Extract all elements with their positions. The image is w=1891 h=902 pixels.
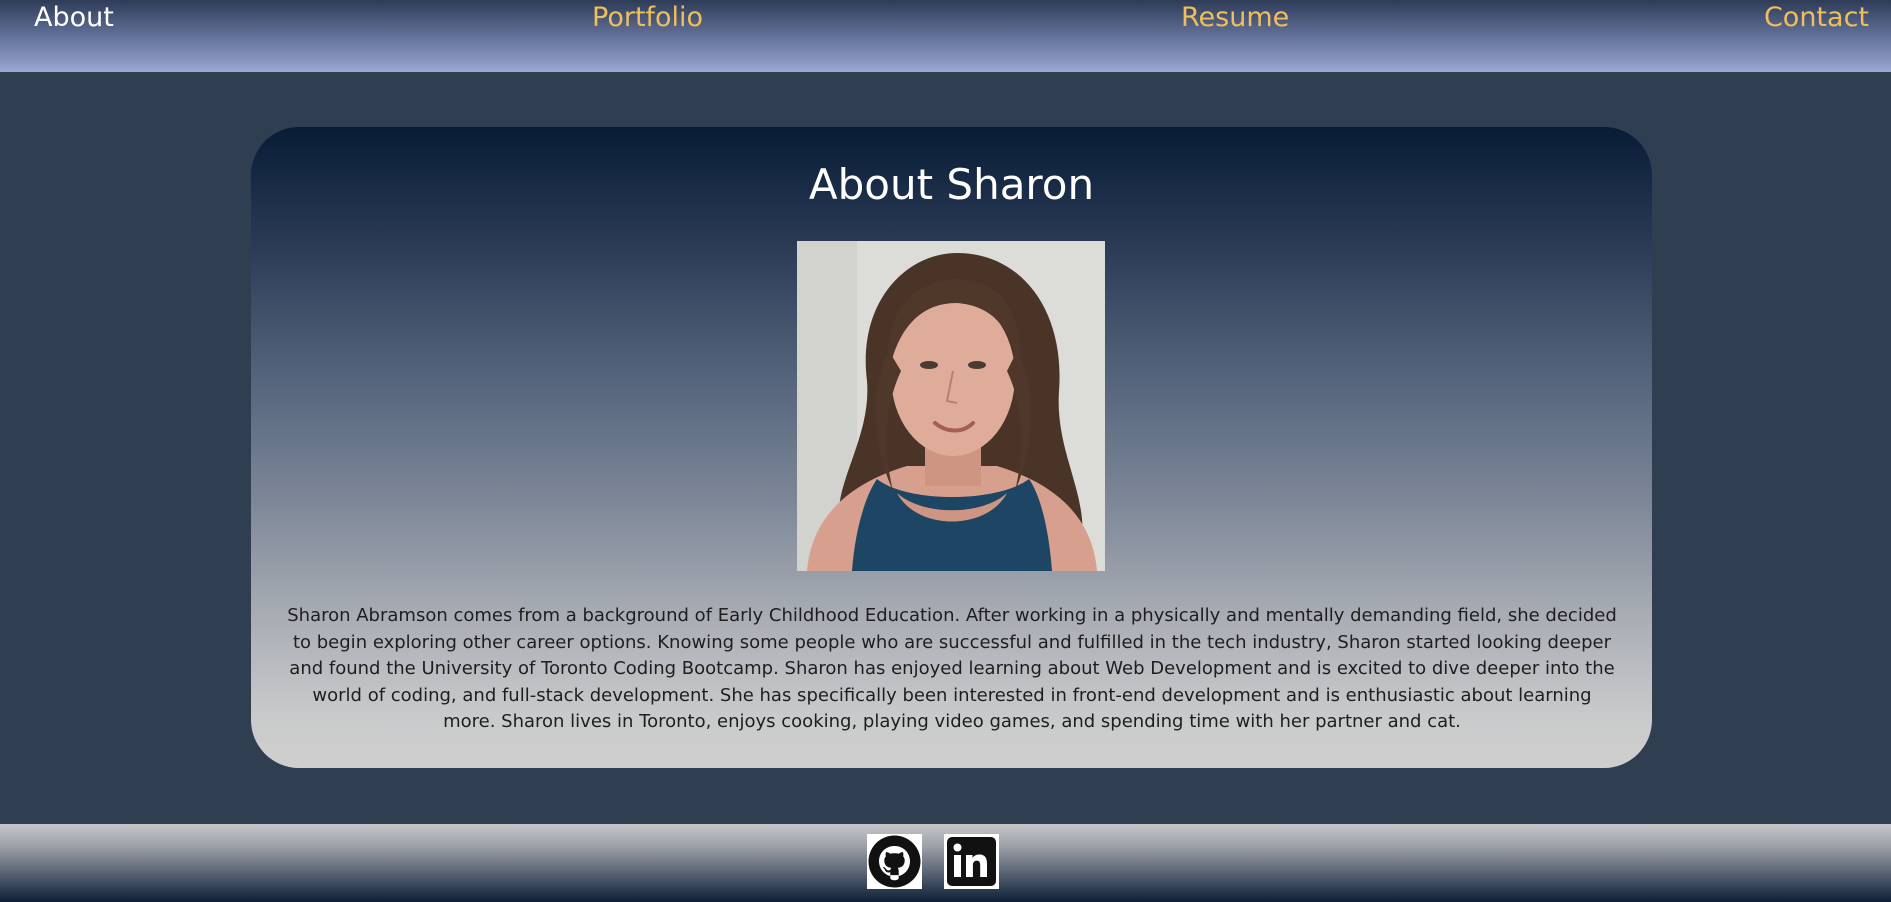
linkedin-link[interactable] (944, 834, 999, 889)
profile-photo-illustration (797, 241, 1105, 571)
nav-link-portfolio[interactable]: Portfolio (592, 0, 703, 36)
top-nav: About Portfolio Resume Contact (0, 0, 1891, 72)
nav-link-contact[interactable]: Contact (1764, 0, 1869, 36)
page-title: About Sharon (808, 160, 1095, 209)
github-icon (867, 834, 922, 889)
about-bio: Sharon Abramson comes from a background … (287, 605, 1617, 732)
nav-link-resume[interactable]: Resume (1181, 0, 1289, 36)
linkedin-icon (944, 834, 999, 889)
nav-link-about[interactable]: About (34, 0, 114, 36)
about-card: About Sharon Sharon Abramson comes from … (251, 127, 1652, 768)
profile-photo (797, 241, 1105, 571)
github-link[interactable] (867, 834, 922, 889)
footer (0, 824, 1891, 902)
